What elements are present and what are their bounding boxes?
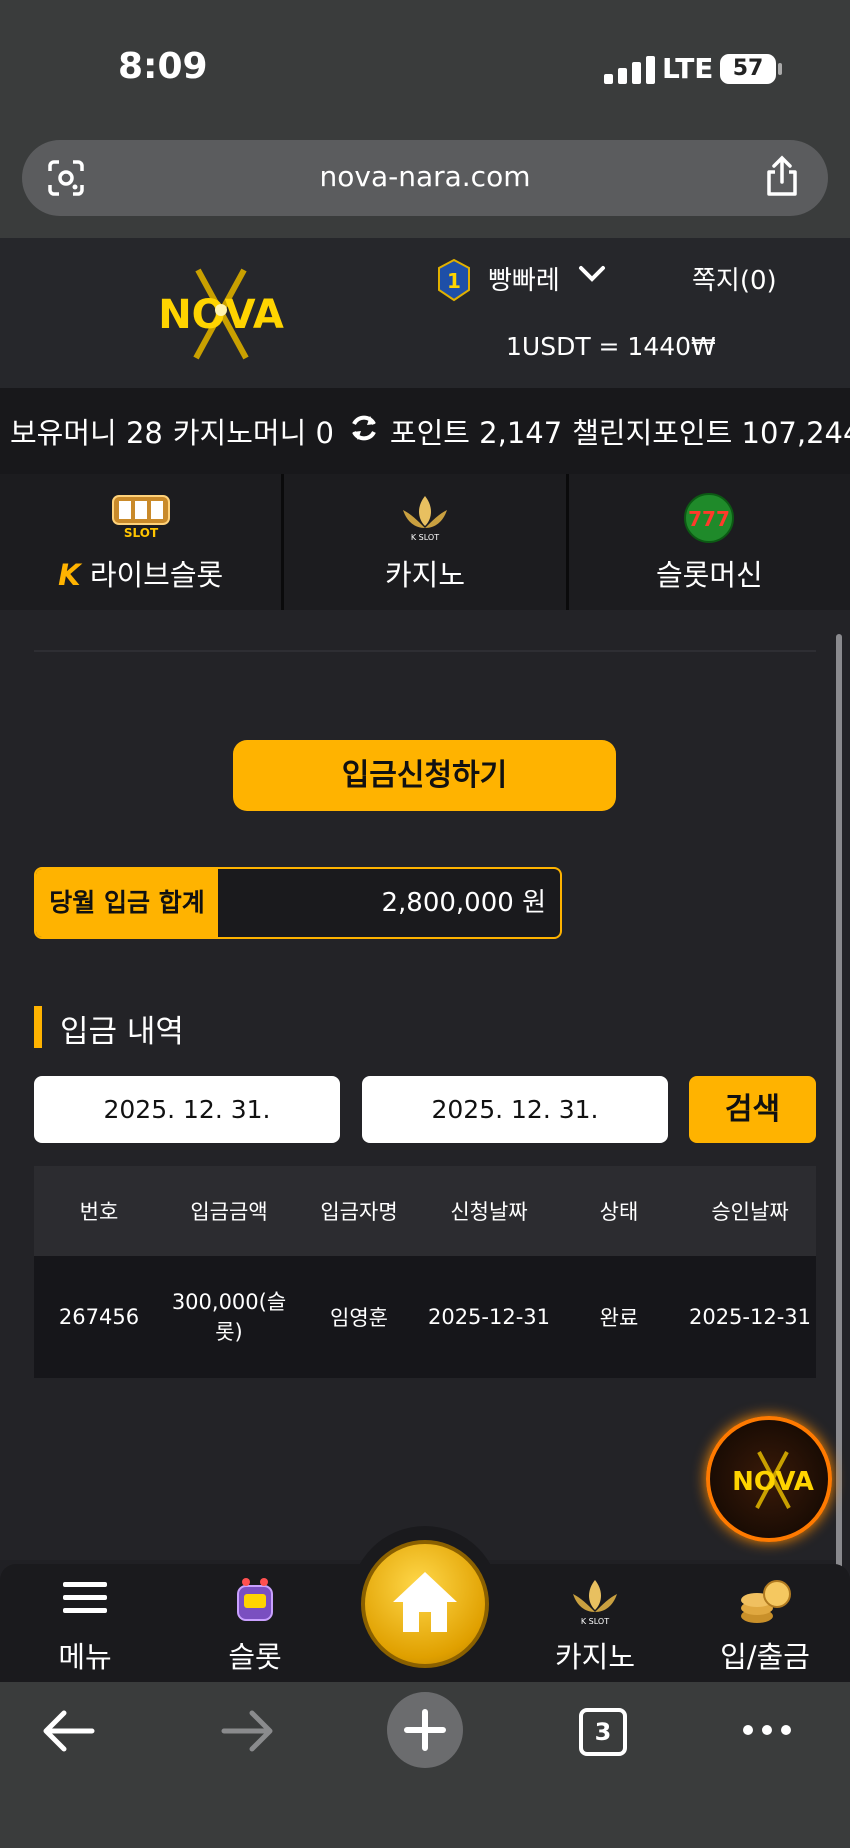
table-header: 번호 입금금액 입금자명 신청날짜 상태 승인날짜 [34,1166,816,1256]
browser-toolbar: 3 [0,1682,850,1848]
deposit-apply-button[interactable]: 입금신청하기 [233,740,616,811]
forward-arrow-icon[interactable] [220,1706,276,1760]
signal-icon [604,56,655,84]
header-cell: 번호 [79,1200,119,1224]
deposit-amount: 300,000(슬롯) [171,1290,287,1344]
share-icon[interactable] [762,154,802,202]
url-text[interactable]: nova-nara.com [22,160,828,193]
deposit-page: 입금신청하기 당월 입금 합계 2,800,000 원 입금 내역 2025. … [0,610,850,1560]
tab-label: 라이브슬롯 [89,558,224,592]
messages-link[interactable]: 쪽지(0) [692,260,777,297]
nav-label: 카지노 [554,1640,636,1674]
monthly-total-box: 당월 입금 합계 2,800,000 원 [34,867,562,939]
nav-label: 입/출금 [720,1640,810,1674]
balance-bar: 보유머니 28 카지노머니 0 포인트 2,147 챌린지포인트 107,244 [0,388,850,474]
cash-balance: 보유머니 28 [10,416,163,450]
divider [34,650,816,652]
search-button[interactable]: 검색 [689,1076,816,1143]
network-type: LTE [662,52,714,85]
coins-icon [737,1576,793,1632]
address-bar[interactable]: nova-nara.com [22,140,828,216]
approval-date: 2025-12-31 [688,1305,812,1329]
kslot-lotus-icon: K SLOT [395,492,455,548]
points-balance: 포인트 2,147 [389,416,563,450]
tab-label: 카지노 [384,558,466,592]
table-row[interactable]: 267456 300,000(슬롯) 임영훈 2025-12-31 완료 202… [34,1256,816,1378]
nova-logo[interactable]: NOVA [136,266,306,362]
monthly-total-value: 2,800,000 원 [381,888,546,918]
scrollbar[interactable] [836,634,842,1674]
nav-casino[interactable]: K SLOT 카지노 [520,1564,670,1682]
svg-text:K SLOT: K SLOT [411,533,439,542]
game-tabs: SLOT K 라이브슬롯 K SLOT 카지노 777 슬롯머신 [0,474,850,610]
nav-deposit-withdraw[interactable]: 입/출금 [690,1564,840,1682]
slot-machine-icon [232,1576,278,1628]
battery-tip [778,63,782,75]
section-accent [34,1006,42,1048]
section-title: 입금 내역 [60,1014,184,1050]
username[interactable]: 빵빠레 [488,260,560,297]
site-header: NOVA 1 빵빠레 쪽지(0) 1USDT = 1440₩ [0,238,850,388]
casino-balance: 카지노머니 0 [172,416,334,450]
rank-badge-icon: 1 [436,258,472,306]
tab-live-slot-label: K 라이브슬롯 [0,552,281,594]
svg-text:777: 777 [688,507,730,531]
header-cell: 입금자명 [320,1200,398,1224]
monthly-total-label: 당월 입금 합계 [36,869,218,937]
status-badge: 완료 [599,1306,639,1330]
header-cell: 입금금액 [190,1200,268,1224]
nav-slot[interactable]: 슬롯 [180,1564,330,1682]
status-time: 8:09 [118,46,208,87]
header-cell: 상태 [599,1200,639,1224]
hamburger-icon [61,1576,109,1624]
chevron-down-icon[interactable] [578,264,606,288]
k-logo-icon: K [58,558,81,592]
home-button[interactable] [361,1540,489,1668]
nav-label: 슬롯 [228,1640,282,1674]
nav-menu[interactable]: 메뉴 [10,1564,160,1682]
back-arrow-icon[interactable] [40,1706,96,1760]
exchange-rate: 1USDT = 1440₩ [506,332,716,361]
refresh-icon[interactable] [348,412,380,451]
header-cell: 신청날짜 [450,1200,528,1224]
svg-text:NOVA: NOVA [732,1467,814,1497]
battery-icon: 57 [720,54,776,84]
tab-live-slot[interactable]: SLOT K 라이브슬롯 [0,474,285,610]
plus-icon [404,1709,446,1751]
tab-label: 슬롯머신 [655,558,763,592]
kslot-lotus-icon: K SLOT [565,1576,625,1632]
tab-count-button[interactable]: 3 [579,1708,627,1756]
deposit-id: 267456 [58,1305,140,1329]
request-date: 2025-12-31 [427,1305,551,1329]
more-icon[interactable] [740,1720,794,1744]
date-from-input[interactable]: 2025. 12. 31. [34,1076,340,1143]
status-bar: 8:09 LTE 57 nova-nara.com [0,0,850,238]
new-tab-button[interactable] [387,1692,463,1768]
svg-text:SLOT: SLOT [124,526,159,540]
svg-text:1: 1 [447,269,461,293]
nav-label: 메뉴 [58,1640,112,1674]
777-slots-icon: 777 [681,492,737,548]
deposit-history-table: 번호 입금금액 입금자명 신청날짜 상태 승인날짜 267456 300,000… [34,1166,816,1378]
depositor-name: 임영훈 [330,1306,388,1330]
header-cell: 승인날짜 [711,1200,789,1224]
challenge-points: 챌린지포인트 107,244 [572,416,850,450]
tab-slot-machine[interactable]: 777 슬롯머신 [568,474,850,610]
date-to-input[interactable]: 2025. 12. 31. [362,1076,668,1143]
live-slot-icon: SLOT [110,492,172,544]
home-icon [393,1572,457,1632]
svg-text:K SLOT: K SLOT [581,1617,609,1626]
floating-nova-button[interactable]: NOVA [706,1416,832,1542]
tab-casino[interactable]: K SLOT 카지노 [284,474,569,610]
